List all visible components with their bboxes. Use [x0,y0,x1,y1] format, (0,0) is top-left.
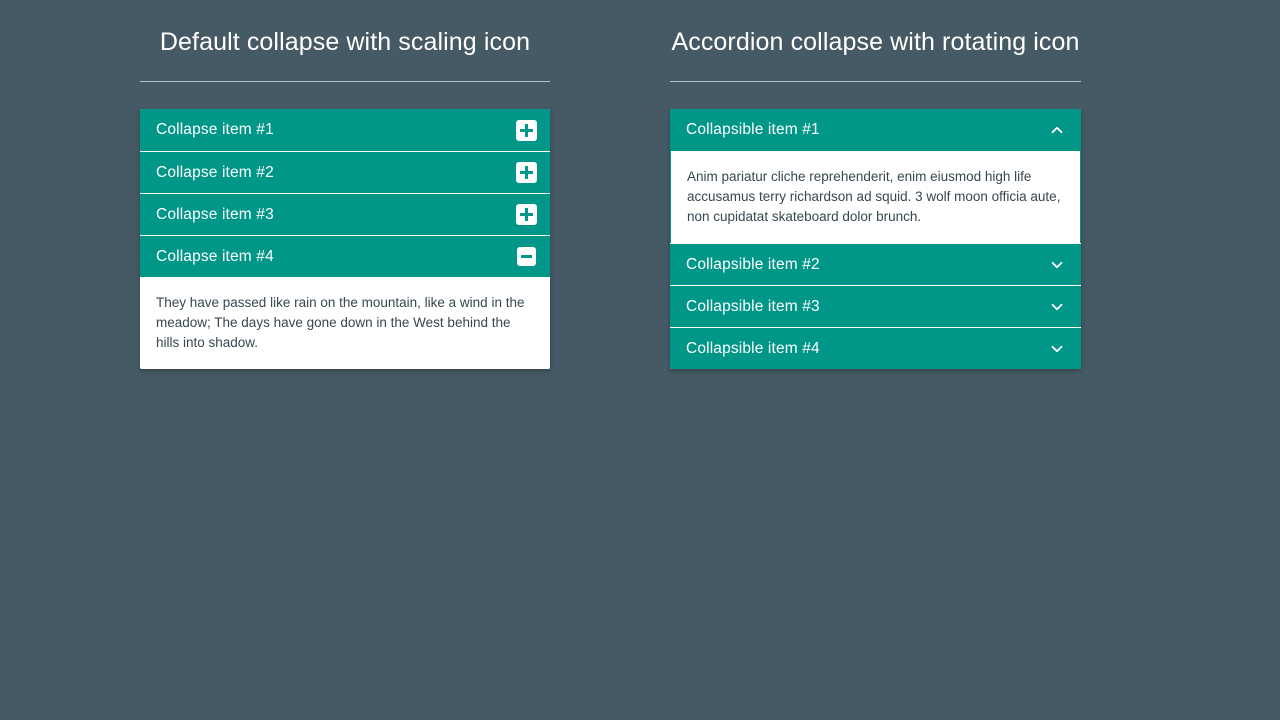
chevron-down-icon[interactable] [1046,254,1068,276]
page-title-accordion-collapse: Accordion collapse with rotating icon [671,28,1080,56]
plus-icon[interactable] [516,162,537,183]
collapse-item-2-label: Collapse item #2 [156,163,274,181]
collapse-item-3-header[interactable]: Collapse item #3 [140,193,550,235]
collapsible-item-1-header[interactable]: Collapsible item #1 [670,109,1081,151]
title-divider-right [670,81,1081,82]
collapsible-item-2: Collapsible item #2 [670,243,1081,285]
columns-layout: Default collapse with scaling icon Colla… [0,0,1280,369]
accordion-default-collapse: Collapse item #1 Collapse item #2 Collap… [140,109,550,369]
page-root: Default collapse with scaling icon Colla… [0,0,1280,720]
chevron-down-icon[interactable] [1046,338,1068,360]
collapsible-item-2-header[interactable]: Collapsible item #2 [670,243,1081,285]
collapsible-item-1-label: Collapsible item #1 [686,121,820,138]
plus-icon[interactable] [516,204,537,225]
collapsible-item-3-header[interactable]: Collapsible item #3 [670,285,1081,327]
page-title-default-collapse: Default collapse with scaling icon [159,28,531,56]
collapse-item-4-body: They have passed like rain on the mounta… [140,277,550,369]
collapsible-item-4: Collapsible item #4 [670,327,1081,369]
collapse-item-1-header[interactable]: Collapse item #1 [140,109,550,151]
chevron-down-icon[interactable] [1046,296,1068,318]
collapse-item-4: Collapse item #4 They have passed like r… [140,235,550,369]
collapse-item-1: Collapse item #1 [140,109,550,151]
column-default-collapse: Default collapse with scaling icon Colla… [140,22,610,369]
collapsible-item-4-header[interactable]: Collapsible item #4 [670,327,1081,369]
collapse-item-2: Collapse item #2 [140,151,550,193]
collapse-item-2-header[interactable]: Collapse item #2 [140,151,550,193]
collapsible-item-1: Collapsible item #1 Anim pariatur cliche… [670,109,1081,243]
collapse-item-1-label: Collapse item #1 [156,121,274,138]
collapsible-item-3: Collapsible item #3 [670,285,1081,327]
collapse-item-4-label: Collapse item #4 [156,247,274,265]
collapsible-item-2-label: Collapsible item #2 [686,255,820,273]
column-accordion-collapse: Accordion collapse with rotating icon Co… [670,22,1140,369]
minus-icon[interactable] [516,246,537,267]
plus-icon[interactable] [516,119,537,141]
collapsible-item-3-label: Collapsible item #3 [686,297,820,315]
collapsible-item-4-label: Collapsible item #4 [686,339,820,357]
collapsible-item-1-body-text: Anim pariatur cliche reprehenderit, enim… [687,169,1061,224]
collapse-item-3: Collapse item #3 [140,193,550,235]
collapsible-item-1-body: Anim pariatur cliche reprehenderit, enim… [670,151,1081,243]
title-divider-left [140,81,550,82]
collapse-item-4-header[interactable]: Collapse item #4 [140,235,550,277]
collapse-item-3-label: Collapse item #3 [156,205,274,223]
chevron-up-icon[interactable] [1046,119,1068,141]
accordion-rotating-icon: Collapsible item #1 Anim pariatur cliche… [670,109,1081,369]
collapse-item-4-body-text: They have passed like rain on the mounta… [156,295,525,350]
